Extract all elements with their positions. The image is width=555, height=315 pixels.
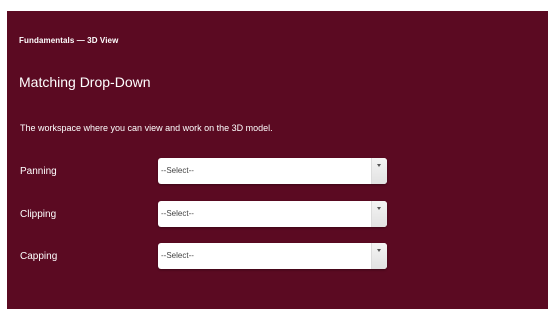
- chevron-down-icon: [377, 164, 381, 167]
- instructions-text: The workspace where you can view and wor…: [20, 123, 273, 133]
- chevron-down-icon: [377, 207, 381, 210]
- match-row-clipping: Clipping --Select--: [20, 201, 540, 229]
- dropdown-value: --Select--: [161, 209, 194, 218]
- panning-dropdown[interactable]: --Select--: [158, 158, 387, 184]
- dropdown-toggle[interactable]: [371, 201, 387, 227]
- dropdown-toggle[interactable]: [371, 243, 387, 269]
- match-row-panning: Panning --Select--: [20, 158, 540, 186]
- clipping-dropdown[interactable]: --Select--: [158, 201, 387, 227]
- page-title: Matching Drop-Down: [19, 74, 151, 90]
- match-row-capping: Capping --Select--: [20, 243, 540, 271]
- match-label: Panning: [20, 166, 57, 177]
- dropdown-value: --Select--: [161, 166, 194, 175]
- dropdown-value: --Select--: [161, 251, 194, 260]
- breadcrumb: Fundamentals — 3D View: [19, 36, 119, 45]
- dropdown-toggle[interactable]: [371, 158, 387, 184]
- match-label: Clipping: [20, 209, 57, 220]
- exercise-panel: Fundamentals — 3D View Matching Drop-Dow…: [7, 11, 548, 309]
- match-label: Capping: [20, 251, 58, 262]
- capping-dropdown[interactable]: --Select--: [158, 243, 387, 269]
- chevron-down-icon: [377, 249, 381, 252]
